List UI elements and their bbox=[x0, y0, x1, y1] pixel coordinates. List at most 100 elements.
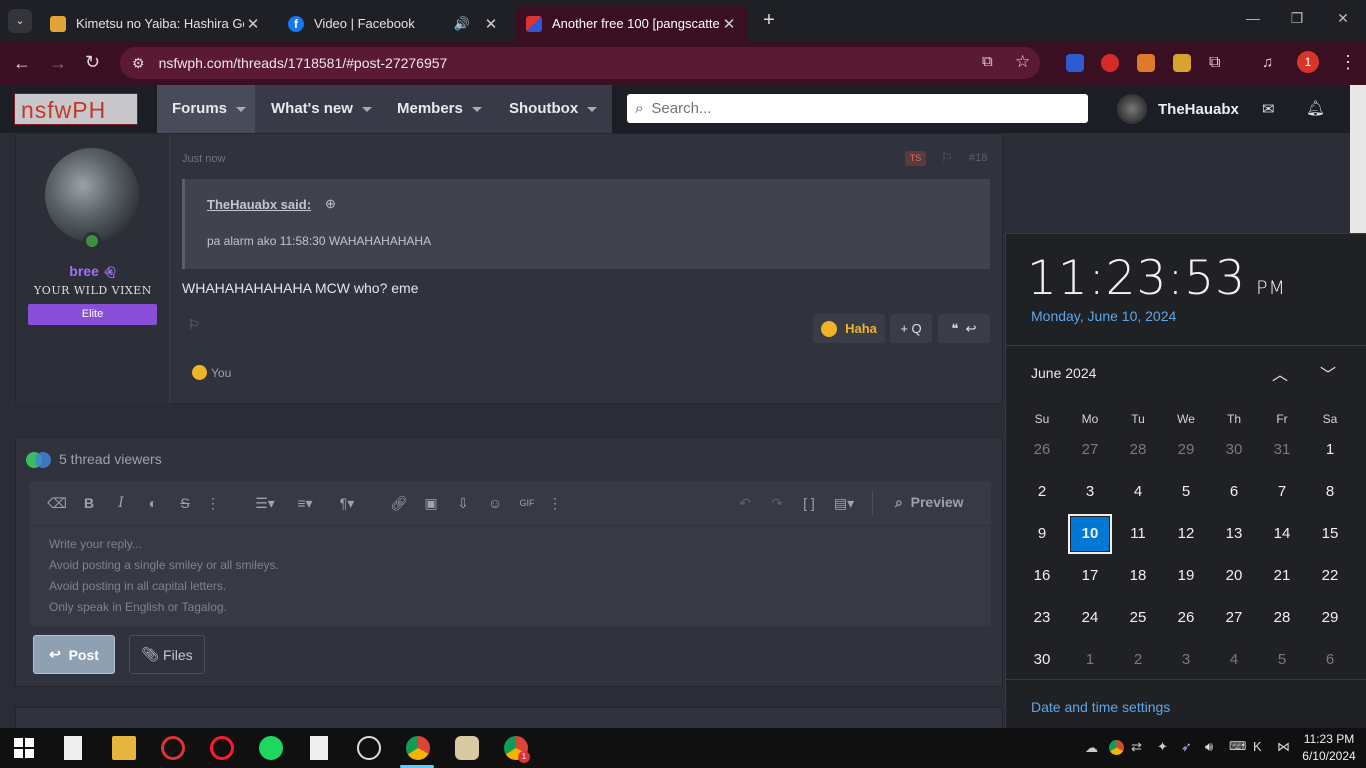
calendar-day[interactable]: 14 bbox=[1260, 514, 1304, 554]
reload-icon[interactable]: ↻ bbox=[85, 52, 100, 73]
calendar-day[interactable]: 15 bbox=[1308, 514, 1352, 554]
calendar-day[interactable]: 28 bbox=[1260, 598, 1304, 638]
calendar-day[interactable]: 3 bbox=[1068, 472, 1112, 512]
post-number[interactable]: #18 bbox=[969, 152, 987, 164]
calendar-day[interactable]: 11 bbox=[1116, 514, 1160, 554]
calendar-day[interactable]: 6 bbox=[1212, 472, 1256, 512]
notepad-icon[interactable] bbox=[64, 736, 82, 760]
extension-icon[interactable] bbox=[1173, 54, 1191, 72]
username[interactable]: TheHauabx bbox=[1158, 101, 1239, 118]
preview-button[interactable]: ⌕ Preview bbox=[895, 494, 964, 511]
nav-shoutbox[interactable]: Shoutbox bbox=[509, 100, 598, 117]
calendar-day[interactable]: 12 bbox=[1164, 514, 1208, 554]
inbox-icon[interactable]: ✉ bbox=[1262, 100, 1275, 118]
calendar-day[interactable]: 1 bbox=[1068, 640, 1112, 680]
calendar-day[interactable]: 21 bbox=[1260, 556, 1304, 596]
opera-icon[interactable] bbox=[210, 736, 234, 760]
volume-icon[interactable]: 🔊︎ bbox=[1205, 739, 1213, 755]
redo-icon[interactable]: ↷ bbox=[767, 493, 787, 513]
back-icon[interactable]: ← bbox=[13, 53, 31, 74]
author-avatar[interactable] bbox=[45, 148, 139, 242]
palette-icon[interactable]: ◐ bbox=[143, 493, 163, 513]
haha-reaction-button[interactable]: Haha bbox=[813, 314, 885, 343]
calendar-month[interactable]: June 2024 bbox=[1031, 365, 1096, 381]
tray-feather-icon[interactable]: ➶ bbox=[1181, 739, 1192, 755]
calendar-day[interactable]: 5 bbox=[1164, 472, 1208, 512]
speaker-icon[interactable]: 🔊 bbox=[454, 16, 470, 32]
chevron-down-icon[interactable]: ﹀ bbox=[1320, 361, 1336, 385]
nav-whats-new[interactable]: What's new bbox=[271, 100, 372, 117]
calendar-day[interactable]: 20 bbox=[1212, 556, 1256, 596]
post-time[interactable]: Just now bbox=[182, 153, 225, 165]
align-icon[interactable]: ≡▾ bbox=[289, 493, 321, 513]
smiley-icon[interactable]: ☺ bbox=[485, 493, 505, 513]
editor-placeholder-line[interactable]: Avoid posting a single smiley or all smi… bbox=[49, 558, 279, 572]
tab-close-icon[interactable]: ✕ bbox=[720, 15, 738, 33]
eraser-icon[interactable]: ⌫ bbox=[47, 493, 67, 513]
editor-placeholder-line[interactable]: Write your reply... bbox=[49, 537, 142, 551]
bbcode-icon[interactable]: [ ] bbox=[799, 493, 819, 513]
tab-close-icon[interactable]: ✕ bbox=[482, 15, 500, 33]
calendar-day[interactable]: 18 bbox=[1116, 556, 1160, 596]
calendar-day[interactable]: 31 bbox=[1260, 430, 1304, 470]
list-icon[interactable]: ☰▾ bbox=[249, 493, 281, 513]
reactions-by[interactable]: You bbox=[211, 366, 231, 380]
document-icon[interactable] bbox=[310, 736, 328, 760]
calendar-day[interactable]: 26 bbox=[1164, 598, 1208, 638]
restore-button[interactable]: ❐ bbox=[1287, 10, 1307, 30]
forward-icon[interactable]: → bbox=[49, 53, 67, 74]
tray-app-icon[interactable]: ✦ bbox=[1157, 739, 1168, 755]
user-avatar[interactable] bbox=[1117, 94, 1147, 124]
address-bar[interactable]: ⚙ nsfwph.com/threads/1718581/#post-27276… bbox=[120, 47, 1040, 79]
calendar-day[interactable]: 7 bbox=[1260, 472, 1304, 512]
tab-close-icon[interactable]: ✕ bbox=[244, 15, 262, 33]
editor-placeholder-line[interactable]: Only speak in English or Tagalog. bbox=[49, 600, 227, 614]
image-icon[interactable]: ▣ bbox=[421, 493, 441, 513]
calendar-day[interactable]: 27 bbox=[1068, 430, 1112, 470]
calendar-day[interactable]: 23 bbox=[1020, 598, 1064, 638]
extensions-puzzle-icon[interactable]: ⧉ bbox=[1209, 54, 1227, 72]
link-icon[interactable]: 🔗︎ bbox=[389, 493, 409, 513]
new-tab-button[interactable]: + bbox=[758, 9, 780, 31]
calendar-day[interactable]: 19 bbox=[1164, 556, 1208, 596]
calendar-day[interactable]: 2 bbox=[1116, 640, 1160, 680]
game-icon[interactable] bbox=[161, 736, 185, 760]
weather-icon[interactable]: ☁ bbox=[1085, 740, 1098, 756]
paint-icon[interactable] bbox=[455, 736, 479, 760]
scrollbar[interactable] bbox=[1350, 85, 1366, 233]
more-insert-icon[interactable]: ⋮ bbox=[545, 493, 565, 513]
report-flag-icon[interactable]: ⚐ bbox=[188, 317, 200, 333]
calendar-day[interactable]: 9 bbox=[1020, 514, 1064, 554]
site-info-icon[interactable]: ⚙ bbox=[132, 55, 145, 72]
calendar-day[interactable]: 8 bbox=[1308, 472, 1352, 512]
calendar-day[interactable]: 30 bbox=[1020, 640, 1064, 680]
italic-icon[interactable]: I bbox=[111, 493, 131, 513]
calendar-day[interactable]: 26 bbox=[1020, 430, 1064, 470]
tray-fish-icon[interactable]: ⋈ bbox=[1277, 739, 1290, 755]
taskbar-time[interactable]: 11:23 PM bbox=[1298, 732, 1360, 746]
calendar-day[interactable]: 25 bbox=[1116, 598, 1160, 638]
calendar-day[interactable]: 27 bbox=[1212, 598, 1256, 638]
calendar-day[interactable]: 17 bbox=[1068, 556, 1112, 596]
calendar-day[interactable]: 24 bbox=[1068, 598, 1112, 638]
author-name[interactable]: bree 👻︎ bbox=[16, 263, 170, 279]
gif-icon[interactable]: GIF bbox=[517, 493, 537, 513]
strike-icon[interactable]: S bbox=[175, 493, 195, 513]
nav-members[interactable]: Members bbox=[397, 100, 482, 117]
thread-viewers[interactable]: 5 thread viewers bbox=[59, 451, 162, 467]
calendar-day[interactable]: 13 bbox=[1212, 514, 1256, 554]
calendar-day[interactable]: 6 bbox=[1308, 640, 1352, 680]
tab-kimetsu[interactable]: Kimetsu no Yaiba: Hashira Geik ✕ bbox=[40, 6, 272, 41]
calendar-day[interactable]: 28 bbox=[1116, 430, 1160, 470]
calendar-day[interactable]: 2 bbox=[1020, 472, 1064, 512]
calendar-day[interactable]: 22 bbox=[1308, 556, 1352, 596]
editor-placeholder-line[interactable]: Avoid posting in all capital letters. bbox=[49, 579, 226, 593]
bold-icon[interactable]: B bbox=[79, 493, 99, 513]
network-icon[interactable]: ⇄ bbox=[1131, 739, 1142, 755]
install-app-icon[interactable]: ⧉ bbox=[982, 53, 993, 70]
multi-quote-button[interactable]: + Q bbox=[890, 314, 932, 343]
url-text[interactable]: nsfwph.com/threads/1718581/#post-2727695… bbox=[159, 55, 448, 71]
post-reply-button[interactable]: ↩ Post bbox=[33, 635, 115, 674]
calendar-day[interactable]: 30 bbox=[1212, 430, 1256, 470]
tray-k-icon[interactable]: K bbox=[1253, 739, 1262, 754]
